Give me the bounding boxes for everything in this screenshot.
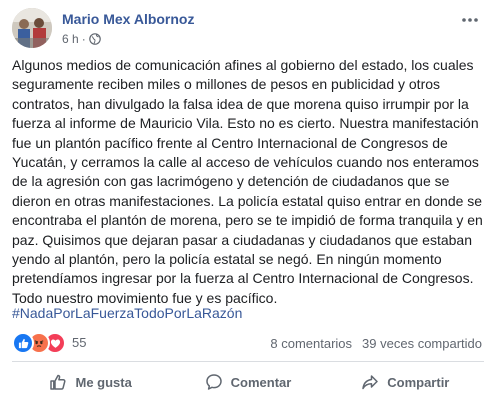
post-stats: 8 comentarios 39 veces compartido — [270, 335, 482, 353]
actions-divider — [12, 361, 484, 362]
share-arrow-icon — [362, 375, 378, 390]
post-text: Algunos medios de comunicación afines al… — [12, 57, 483, 306]
hashtag-link[interactable]: #NadaPorLaFuerzaTodoPorLaRazón — [12, 304, 242, 323]
thumbs-up-icon — [50, 374, 67, 390]
comment-button[interactable]: Comentar — [169, 364, 326, 400]
like-button[interactable]: Me gusta — [12, 364, 169, 400]
globe-icon[interactable] — [88, 33, 101, 45]
avatar-photo — [12, 8, 52, 48]
shares-count-link[interactable]: 39 veces compartido — [362, 335, 482, 353]
author-name[interactable]: Mario Mex Albornoz — [62, 10, 195, 28]
share-button-label: Compartir — [387, 374, 450, 390]
like-reaction-icon — [12, 332, 34, 354]
facebook-post: Mario Mex Albornoz 6 h · Algunos medios … — [0, 0, 496, 406]
comments-count-link[interactable]: 8 comentarios — [270, 335, 352, 353]
reactions-summary[interactable]: 55 — [12, 332, 87, 354]
more-options-icon[interactable] — [458, 8, 482, 32]
share-button[interactable]: Compartir — [327, 364, 484, 400]
meta-separator: · — [81, 32, 86, 46]
comment-button-label: Comentar — [230, 374, 292, 390]
post-actions-bar: Me gusta Comentar Compartir — [12, 364, 484, 400]
like-button-label: Me gusta — [75, 374, 132, 390]
post-meta: 6 h · — [62, 31, 101, 47]
reaction-count: 55 — [72, 335, 87, 350]
post-timestamp[interactable]: 6 h — [62, 31, 79, 47]
comment-bubble-icon — [205, 374, 222, 390]
author-avatar[interactable] — [12, 8, 52, 48]
